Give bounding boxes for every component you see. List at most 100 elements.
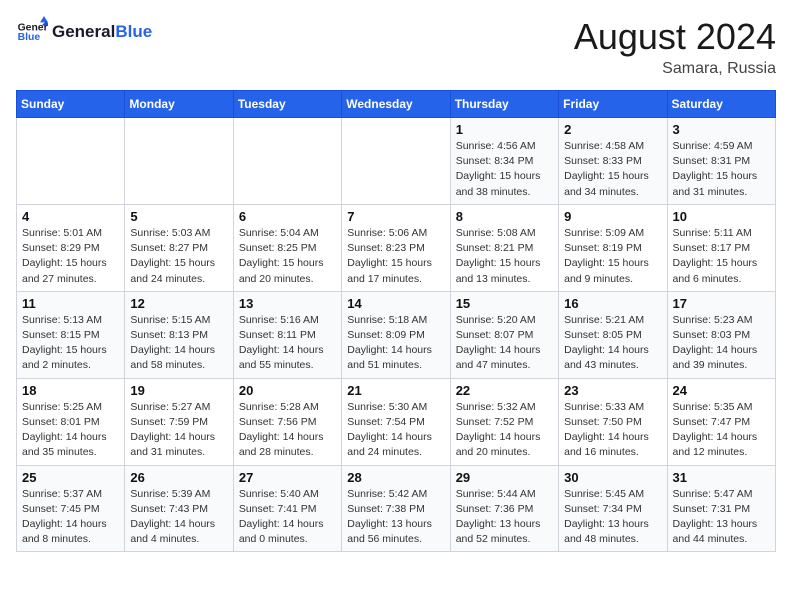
day-detail: Sunrise: 5:16 AM Sunset: 8:11 PM Dayligh… xyxy=(239,313,336,374)
day-cell: 13 Sunrise: 5:16 AM Sunset: 8:11 PM Dayli… xyxy=(233,291,341,378)
page-header: General Blue GeneralBlue August 2024 Sam… xyxy=(16,16,776,78)
day-number: 2 xyxy=(564,122,661,137)
week-row-5: 25 Sunrise: 5:37 AM Sunset: 7:45 PM Dayli… xyxy=(17,465,776,552)
day-detail: Sunrise: 5:30 AM Sunset: 7:54 PM Dayligh… xyxy=(347,400,444,461)
calendar-table: SundayMondayTuesdayWednesdayThursdayFrid… xyxy=(16,90,776,552)
day-header-sunday: Sunday xyxy=(17,91,125,118)
day-detail: Sunrise: 4:59 AM Sunset: 8:31 PM Dayligh… xyxy=(673,139,770,200)
day-cell: 29 Sunrise: 5:44 AM Sunset: 7:36 PM Dayli… xyxy=(450,465,558,552)
day-number: 24 xyxy=(673,383,770,398)
day-header-row: SundayMondayTuesdayWednesdayThursdayFrid… xyxy=(17,91,776,118)
day-detail: Sunrise: 5:28 AM Sunset: 7:56 PM Dayligh… xyxy=(239,400,336,461)
day-number: 22 xyxy=(456,383,553,398)
day-detail: Sunrise: 5:20 AM Sunset: 8:07 PM Dayligh… xyxy=(456,313,553,374)
day-cell: 11 Sunrise: 5:13 AM Sunset: 8:15 PM Dayli… xyxy=(17,291,125,378)
day-detail: Sunrise: 5:13 AM Sunset: 8:15 PM Dayligh… xyxy=(22,313,119,374)
day-detail: Sunrise: 5:33 AM Sunset: 7:50 PM Dayligh… xyxy=(564,400,661,461)
day-detail: Sunrise: 5:45 AM Sunset: 7:34 PM Dayligh… xyxy=(564,487,661,548)
day-cell xyxy=(342,118,450,205)
day-cell: 1 Sunrise: 4:56 AM Sunset: 8:34 PM Daylig… xyxy=(450,118,558,205)
day-header-tuesday: Tuesday xyxy=(233,91,341,118)
day-detail: Sunrise: 5:25 AM Sunset: 8:01 PM Dayligh… xyxy=(22,400,119,461)
day-cell: 17 Sunrise: 5:23 AM Sunset: 8:03 PM Dayli… xyxy=(667,291,775,378)
day-header-saturday: Saturday xyxy=(667,91,775,118)
logo-text: GeneralBlue xyxy=(52,22,152,42)
day-detail: Sunrise: 5:47 AM Sunset: 7:31 PM Dayligh… xyxy=(673,487,770,548)
day-cell: 18 Sunrise: 5:25 AM Sunset: 8:01 PM Dayli… xyxy=(17,378,125,465)
day-number: 30 xyxy=(564,470,661,485)
day-cell: 23Sunrise: 5:33 AM Sunset: 7:50 PM Dayli… xyxy=(559,378,667,465)
day-cell: 9 Sunrise: 5:09 AM Sunset: 8:19 PM Daylig… xyxy=(559,204,667,291)
title-block: August 2024 Samara, Russia xyxy=(574,16,776,78)
day-detail: Sunrise: 5:21 AM Sunset: 8:05 PM Dayligh… xyxy=(564,313,661,374)
day-number: 16 xyxy=(564,296,661,311)
day-number: 29 xyxy=(456,470,553,485)
day-cell: 22 Sunrise: 5:32 AM Sunset: 7:52 PM Dayli… xyxy=(450,378,558,465)
day-cell: 30 Sunrise: 5:45 AM Sunset: 7:34 PM Dayli… xyxy=(559,465,667,552)
day-number: 20 xyxy=(239,383,336,398)
day-detail: Sunrise: 5:27 AM Sunset: 7:59 PM Dayligh… xyxy=(130,400,227,461)
day-detail: Sunrise: 5:42 AM Sunset: 7:38 PM Dayligh… xyxy=(347,487,444,548)
day-number: 9 xyxy=(564,209,661,224)
day-cell: 2 Sunrise: 4:58 AM Sunset: 8:33 PM Daylig… xyxy=(559,118,667,205)
day-detail: Sunrise: 5:40 AM Sunset: 7:41 PM Dayligh… xyxy=(239,487,336,548)
svg-text:Blue: Blue xyxy=(18,32,41,43)
day-number: 7 xyxy=(347,209,444,224)
day-number: 1 xyxy=(456,122,553,137)
day-header-monday: Monday xyxy=(125,91,233,118)
day-number: 19 xyxy=(130,383,227,398)
day-number: 31 xyxy=(673,470,770,485)
day-number: 13 xyxy=(239,296,336,311)
day-cell: 24 Sunrise: 5:35 AM Sunset: 7:47 PM Dayli… xyxy=(667,378,775,465)
day-detail: Sunrise: 5:15 AM Sunset: 8:13 PM Dayligh… xyxy=(130,313,227,374)
day-cell: 20 Sunrise: 5:28 AM Sunset: 7:56 PM Dayli… xyxy=(233,378,341,465)
day-cell: 31 Sunrise: 5:47 AM Sunset: 7:31 PM Dayli… xyxy=(667,465,775,552)
day-cell: 27 Sunrise: 5:40 AM Sunset: 7:41 PM Dayli… xyxy=(233,465,341,552)
day-detail: Sunrise: 5:37 AM Sunset: 7:45 PM Dayligh… xyxy=(22,487,119,548)
day-cell: 7 Sunrise: 5:06 AM Sunset: 8:23 PM Daylig… xyxy=(342,204,450,291)
day-number: 12 xyxy=(130,296,227,311)
day-cell: 15 Sunrise: 5:20 AM Sunset: 8:07 PM Dayli… xyxy=(450,291,558,378)
day-number: 6 xyxy=(239,209,336,224)
day-detail: Sunrise: 5:32 AM Sunset: 7:52 PM Dayligh… xyxy=(456,400,553,461)
day-cell: 25 Sunrise: 5:37 AM Sunset: 7:45 PM Dayli… xyxy=(17,465,125,552)
day-number: 21 xyxy=(347,383,444,398)
day-cell: 10Sunrise: 5:11 AM Sunset: 8:17 PM Dayli… xyxy=(667,204,775,291)
day-detail: Sunrise: 5:06 AM Sunset: 8:23 PM Dayligh… xyxy=(347,226,444,287)
week-row-1: 1 Sunrise: 4:56 AM Sunset: 8:34 PM Daylig… xyxy=(17,118,776,205)
month-year: August 2024 xyxy=(574,16,776,58)
day-detail: Sunrise: 5:23 AM Sunset: 8:03 PM Dayligh… xyxy=(673,313,770,374)
day-detail: Sunrise: 5:35 AM Sunset: 7:47 PM Dayligh… xyxy=(673,400,770,461)
day-detail: Sunrise: 4:56 AM Sunset: 8:34 PM Dayligh… xyxy=(456,139,553,200)
day-cell: 4Sunrise: 5:01 AM Sunset: 8:29 PM Daylig… xyxy=(17,204,125,291)
day-cell: 5 Sunrise: 5:03 AM Sunset: 8:27 PM Daylig… xyxy=(125,204,233,291)
day-cell: 26Sunrise: 5:39 AM Sunset: 7:43 PM Dayli… xyxy=(125,465,233,552)
logo-icon: General Blue xyxy=(16,16,48,48)
day-detail: Sunrise: 5:08 AM Sunset: 8:21 PM Dayligh… xyxy=(456,226,553,287)
day-number: 28 xyxy=(347,470,444,485)
day-number: 8 xyxy=(456,209,553,224)
day-detail: Sunrise: 4:58 AM Sunset: 8:33 PM Dayligh… xyxy=(564,139,661,200)
day-number: 10 xyxy=(673,209,770,224)
day-detail: Sunrise: 5:44 AM Sunset: 7:36 PM Dayligh… xyxy=(456,487,553,548)
day-cell: 21 Sunrise: 5:30 AM Sunset: 7:54 PM Dayli… xyxy=(342,378,450,465)
day-number: 5 xyxy=(130,209,227,224)
day-cell: 8 Sunrise: 5:08 AM Sunset: 8:21 PM Daylig… xyxy=(450,204,558,291)
day-detail: Sunrise: 5:09 AM Sunset: 8:19 PM Dayligh… xyxy=(564,226,661,287)
day-number: 15 xyxy=(456,296,553,311)
day-number: 25 xyxy=(22,470,119,485)
day-cell xyxy=(17,118,125,205)
week-row-2: 4Sunrise: 5:01 AM Sunset: 8:29 PM Daylig… xyxy=(17,204,776,291)
day-number: 11 xyxy=(22,296,119,311)
day-header-wednesday: Wednesday xyxy=(342,91,450,118)
day-detail: Sunrise: 5:39 AM Sunset: 7:43 PM Dayligh… xyxy=(130,487,227,548)
day-detail: Sunrise: 5:03 AM Sunset: 8:27 PM Dayligh… xyxy=(130,226,227,287)
day-number: 18 xyxy=(22,383,119,398)
day-cell: 28 Sunrise: 5:42 AM Sunset: 7:38 PM Dayli… xyxy=(342,465,450,552)
week-row-3: 11 Sunrise: 5:13 AM Sunset: 8:15 PM Dayli… xyxy=(17,291,776,378)
day-header-friday: Friday xyxy=(559,91,667,118)
day-number: 17 xyxy=(673,296,770,311)
day-cell xyxy=(233,118,341,205)
day-number: 27 xyxy=(239,470,336,485)
day-detail: Sunrise: 5:04 AM Sunset: 8:25 PM Dayligh… xyxy=(239,226,336,287)
